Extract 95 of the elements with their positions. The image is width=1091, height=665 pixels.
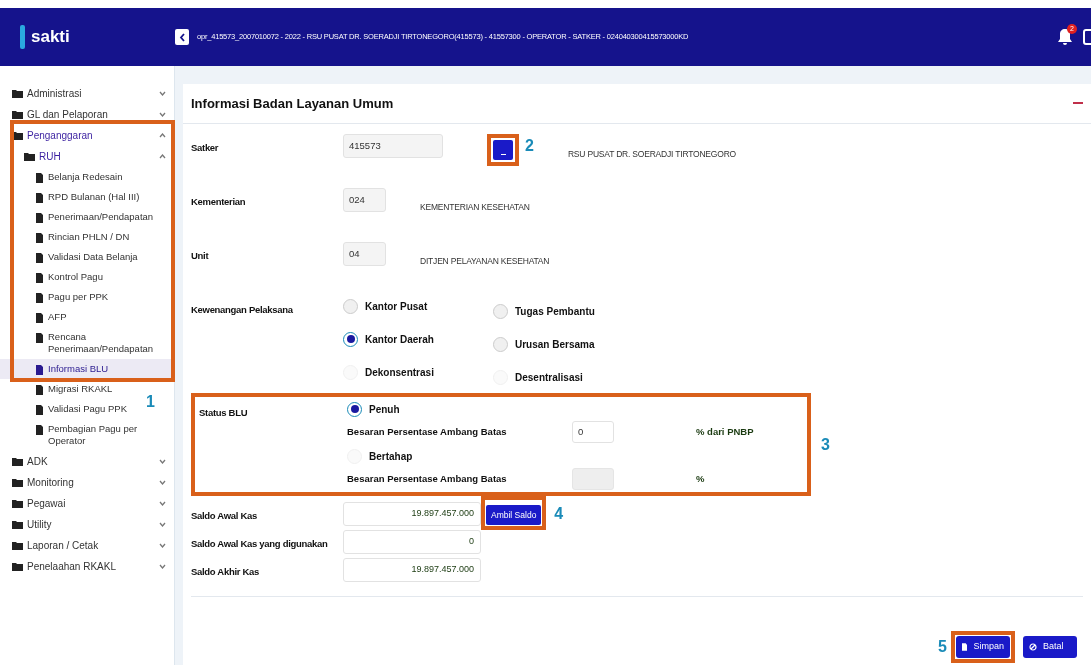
menu-item[interactable]: Penelaahan RKAKL	[0, 556, 174, 577]
chevron-down-icon	[159, 459, 166, 464]
save-button[interactable]: Simpan	[956, 636, 1010, 658]
option-label: Urusan Bersama	[515, 337, 595, 352]
option-label: Bertahap	[369, 449, 413, 464]
step-number: 5	[938, 639, 947, 655]
menu-item[interactable]: Informasi BLU	[0, 359, 174, 379]
minimize-icon[interactable]	[1073, 102, 1083, 105]
option-label: Tugas Pembantu	[515, 304, 595, 319]
user-icon[interactable]	[1083, 29, 1091, 45]
step-number: 2	[525, 138, 534, 154]
field-label: Satker	[191, 142, 219, 153]
step-number: 4	[554, 506, 564, 522]
field-label: Saldo Akhir Kas	[191, 566, 259, 577]
step-number: 1	[146, 394, 155, 410]
menu-item[interactable]: Monitoring	[0, 472, 174, 493]
amount-field[interactable]: 19.897.457.000	[343, 502, 481, 526]
menu-item[interactable]: Pagu per PPK	[0, 287, 115, 307]
folder-icon	[12, 131, 23, 140]
notification-bell-icon[interactable]	[1057, 28, 1073, 46]
field-label: Unit	[191, 250, 209, 261]
folder-icon	[12, 457, 23, 466]
menu-item[interactable]: ADK	[0, 451, 174, 472]
code-field[interactable]: 04	[343, 242, 386, 266]
radio-button[interactable]	[493, 303, 508, 319]
menu-item[interactable]: Rincian PHLN / DN	[0, 227, 136, 247]
menu-item[interactable]: Laporan / Cetak	[0, 535, 174, 556]
menu-item[interactable]: Utility	[0, 514, 174, 535]
folder-icon	[12, 110, 23, 119]
field-label: Saldo Awal Kas yang digunakan	[191, 538, 328, 549]
chevron-down-icon	[159, 480, 166, 485]
option-label: Penuh	[369, 402, 400, 417]
chevron-down-icon	[159, 564, 166, 569]
field-label: Kewenangan Pelaksana	[191, 304, 293, 315]
code-field[interactable]: 415573	[343, 134, 443, 158]
chevron-down-icon	[159, 112, 166, 117]
radio-button[interactable]	[343, 331, 358, 347]
radio-button[interactable]	[343, 298, 358, 314]
option-label: Kantor Daerah	[365, 332, 434, 347]
field-label: Kementerian	[191, 196, 246, 207]
lookup-button[interactable]	[493, 140, 513, 160]
menu-item[interactable]: Belanja Redesain	[0, 167, 129, 187]
chevron-left-icon	[178, 32, 186, 42]
field-description: KEMENTERIAN KESEHATAN	[420, 201, 530, 214]
field-label: Status BLU	[199, 407, 248, 418]
menu-item[interactable]: Validasi Pagu PPK	[0, 399, 134, 419]
folder-icon	[24, 152, 35, 161]
folder-icon	[12, 562, 23, 571]
chevron-down-icon	[159, 543, 166, 548]
menu-item[interactable]: RUH	[0, 146, 174, 167]
unit-label: %	[696, 471, 705, 486]
field-description: RSU PUSAT DR. SOERADJI TIRTONEGORO	[567, 148, 737, 161]
option-label: Dekonsentrasi	[365, 365, 434, 380]
option-label: Kantor Pusat	[365, 299, 428, 314]
save-icon	[962, 643, 968, 651]
menu-item[interactable]: Administrasi	[0, 83, 174, 104]
field-label: Saldo Awal Kas	[191, 510, 258, 521]
menu-item[interactable]: Kontrol Pagu	[0, 267, 109, 287]
menu-item[interactable]: AFP	[0, 307, 73, 327]
folder-icon	[12, 499, 23, 508]
field-label: Besaran Persentase Ambang Batas	[347, 424, 508, 439]
chevron-down-icon	[159, 522, 166, 527]
folder-icon	[12, 520, 23, 529]
cancel-button[interactable]: Batal	[1023, 636, 1077, 658]
chevron-up-icon	[159, 133, 166, 138]
menu-item[interactable]: Penganggaran	[0, 125, 174, 146]
option-label: Desentralisasi	[515, 370, 583, 385]
field-description: DITJEN PELAYANAN KESEHATAN	[420, 255, 550, 268]
menu-item[interactable]: Validasi Data Belanja	[0, 247, 144, 267]
folder-icon	[12, 89, 23, 98]
folder-icon	[12, 478, 23, 487]
chevron-up-icon	[159, 154, 166, 159]
collapse-sidebar-button[interactable]	[175, 29, 189, 45]
step-number: 3	[821, 436, 830, 453]
radio-button[interactable]	[493, 336, 508, 352]
logo-mark-icon	[20, 25, 25, 49]
menu-item[interactable]: Pegawai	[0, 493, 174, 514]
menu-item[interactable]: RPD Bulanan (Hal III)	[0, 187, 146, 207]
fetch-balance-button[interactable]: Ambil Saldo	[486, 505, 542, 526]
amount-field[interactable]: 0	[343, 530, 481, 554]
unit-label: % dari PNBP	[696, 424, 754, 439]
code-field[interactable]: 024	[343, 188, 386, 212]
field-label: Besaran Persentase Ambang Batas	[347, 471, 508, 486]
app-logo: sakti	[31, 26, 70, 49]
panel-title: Informasi Badan Layanan Umum	[191, 94, 395, 113]
percentage-field[interactable]: 0	[572, 421, 614, 443]
radio-button[interactable]	[347, 401, 362, 417]
cancel-icon	[1029, 643, 1037, 651]
menu-item[interactable]: GL dan Pelaporan	[0, 104, 174, 125]
chevron-down-icon	[159, 91, 166, 96]
menu-item[interactable]: Migrasi RKAKL	[0, 379, 119, 399]
chevron-down-icon	[159, 501, 166, 506]
menu-item[interactable]: Pembagian Pagu per Operator	[0, 419, 150, 451]
folder-icon	[12, 541, 23, 550]
amount-field[interactable]: 19.897.457.000	[343, 558, 481, 582]
